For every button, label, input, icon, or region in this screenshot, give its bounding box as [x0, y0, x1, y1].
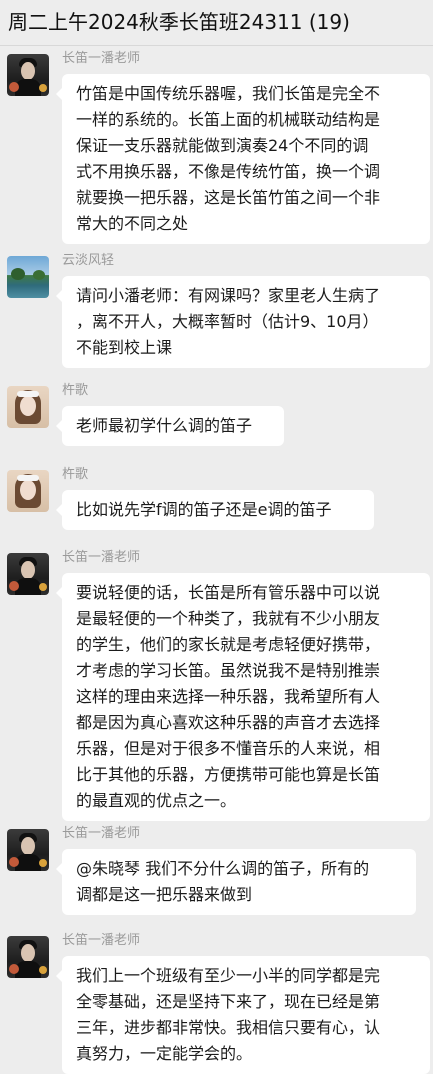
message-line: 常大的不同之处: [76, 214, 189, 233]
message-line: 就要换一把乐器，这是长笛竹笛之间一个非: [76, 188, 381, 207]
message-line: 这样的理由来选择一种乐器，我希望所有人: [76, 687, 381, 706]
chat-message: 长笛一潘老师 我们上一个班级有至少一小半的同学都是完 全零基础，还是坚持下来了，…: [0, 928, 433, 1074]
message-line: 乐器，但是对于很多不懂音乐的人来说，相: [76, 739, 381, 758]
message-line: 调都是这一把乐器来做到: [76, 885, 253, 904]
message-bubble[interactable]: 比如说先学f调的笛子还是e调的笛子: [56, 490, 374, 530]
message-line: 一样的系统的。长笛上面的机械联动结构是: [76, 110, 381, 129]
message-bubble[interactable]: 老师最初学什么调的笛子: [56, 406, 284, 446]
message-bubble[interactable]: 竹笛是中国传统乐器喔，我们长笛是完全不 一样的系统的。长笛上面的机械联动结构是 …: [56, 74, 430, 244]
chat-message: 杵歌 老师最初学什么调的笛子: [0, 378, 433, 454]
message-line: 的学生，他们的家长就是考虑轻便好携带，: [76, 635, 381, 654]
message-line: 竹笛是中国传统乐器喔，我们长笛是完全不: [76, 84, 381, 103]
message-line: 的最直观的优点之一。: [76, 791, 237, 810]
sender-name: 长笛一潘老师: [62, 550, 141, 565]
message-bubble[interactable]: 我们上一个班级有至少一小半的同学都是完 全零基础，还是坚持下来了，现在已经是第 …: [56, 956, 430, 1074]
message-line: 是最轻便的一个种类了，我就有不少小朋友: [76, 609, 381, 628]
message-line: 全零基础，还是坚持下来了，现在已经是第: [76, 992, 381, 1011]
message-bubble[interactable]: 请问小潘老师：有网课吗？家里老人生病了 ，离不开人，大概率暂时（估计9、10月）…: [56, 276, 430, 368]
message-line: 我们上一个班级有至少一小半的同学都是完: [76, 966, 381, 985]
message-line: 真努力，一定能学会的。: [76, 1044, 253, 1063]
teacher-avatar[interactable]: [7, 54, 49, 96]
chat-message: 长笛一潘老师 要说轻便的话，长笛是所有管乐器中可以说 是最轻便的一个种类了，我就…: [0, 545, 433, 821]
message-line: 要说轻便的话，长笛是所有管乐器中可以说: [76, 583, 381, 602]
chat-message: 长笛一潘老师 竹笛是中国传统乐器喔，我们长笛是完全不 一样的系统的。长笛上面的机…: [0, 46, 433, 244]
lake-avatar[interactable]: [7, 256, 49, 298]
sender-name: 长笛一潘老师: [62, 933, 141, 948]
message-line: 三年，进步都非常快。我相信只要有心，认: [76, 1018, 381, 1037]
message-line: 比如说先学f调的笛子还是e调的笛子: [76, 500, 332, 519]
chat-message: 云淡风轻 请问小潘老师：有网课吗？家里老人生病了 ，离不开人，大概率暂时（估计9…: [0, 248, 433, 372]
teacher-avatar[interactable]: [7, 936, 49, 978]
message-line: ，离不开人，大概率暂时（估计9、10月）: [76, 312, 379, 331]
message-line: @朱晓琴 我们不分什么调的笛子，所有的: [76, 859, 370, 878]
sender-name: 长笛一潘老师: [62, 51, 141, 66]
girl-avatar[interactable]: [7, 470, 49, 512]
sender-name: 杵歌: [62, 383, 89, 398]
message-line: 比于其他的乐器，方便携带可能也算是长笛: [76, 765, 381, 784]
sender-name: 长笛一潘老师: [62, 826, 141, 841]
teacher-avatar[interactable]: [7, 829, 49, 871]
message-line: 老师最初学什么调的笛子: [76, 416, 253, 435]
girl-avatar[interactable]: [7, 386, 49, 428]
chat-message: 长笛一潘老师 @朱晓琴 我们不分什么调的笛子，所有的 调都是这一把乐器来做到: [0, 821, 433, 921]
message-bubble[interactable]: 要说轻便的话，长笛是所有管乐器中可以说 是最轻便的一个种类了，我就有不少小朋友 …: [56, 573, 430, 821]
chat-message: 杵歌 比如说先学f调的笛子还是e调的笛子: [0, 462, 433, 538]
message-line: 都是因为真心喜欢这种乐器的声音才去选择: [76, 713, 381, 732]
message-line: 请问小潘老师：有网课吗？家里老人生病了: [76, 286, 381, 305]
message-line: 保证一支乐器就能做到演奏24个不同的调: [76, 136, 369, 155]
sender-name: 云淡风轻: [62, 253, 115, 268]
message-line: 式不用换乐器，不像是传统竹笛，换一个调: [76, 162, 381, 181]
sender-name: 杵歌: [62, 467, 89, 482]
chat-title: 周二上午2024秋季长笛班24311 (19): [0, 0, 433, 46]
message-line: 才考虑的学习长笛。虽然说我不是特别推崇: [76, 661, 381, 680]
teacher-avatar[interactable]: [7, 553, 49, 595]
message-bubble[interactable]: @朱晓琴 我们不分什么调的笛子，所有的 调都是这一把乐器来做到: [56, 849, 416, 915]
message-line: 不能到校上课: [76, 338, 173, 357]
